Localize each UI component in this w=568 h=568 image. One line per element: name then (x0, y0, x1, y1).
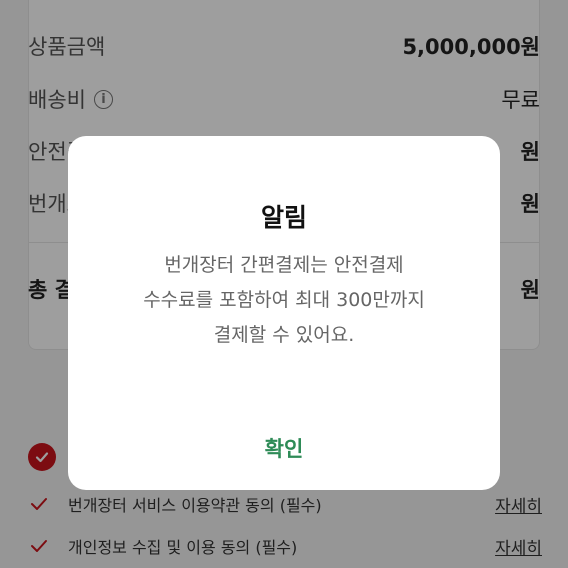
dialog-title: 알림 (260, 203, 307, 232)
confirm-button[interactable]: 확인 (68, 428, 500, 468)
dialog-message-line: 수수료를 포함하여 최대 300만까지 (143, 289, 425, 311)
dialog-message-line: 결제할 수 있어요. (213, 324, 355, 346)
dialog-message: 번개장터 간편결제는 안전결제 수수료를 포함하여 최대 300만까지 결제할 … (68, 248, 500, 353)
dialog-message-line: 번개장터 간편결제는 안전결제 (164, 254, 404, 276)
alert-dialog: 알림 번개장터 간편결제는 안전결제 수수료를 포함하여 최대 300만까지 결… (68, 136, 500, 490)
